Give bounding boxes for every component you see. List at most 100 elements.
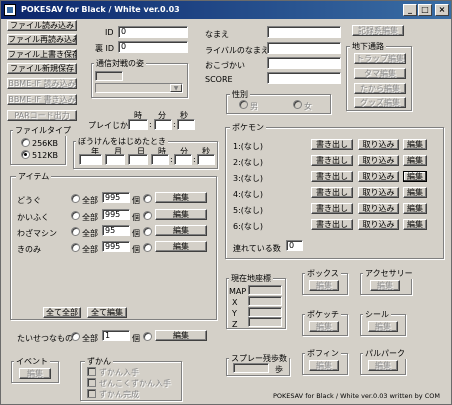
file-new-save-button[interactable]: ファイル新規保存 [7,63,77,74]
zukan-national-checkbox[interactable] [87,378,96,387]
ura-id-input[interactable]: 0 [118,41,188,53]
item-all-radio-kaifuku[interactable] [71,211,80,220]
pokemon-slot-1-edit-button[interactable]: 編集 [403,139,427,150]
item-name-wazamachine: わざマシン [17,229,57,238]
pokemon-slot-6-read-button[interactable]: 取り込み [358,219,399,230]
all-all-button[interactable]: 全て全部 [43,307,81,318]
location-x-input[interactable] [248,296,282,306]
minimize-button[interactable]: _ [403,4,417,16]
seal-edit-button[interactable]: 編集 [368,321,398,332]
event-edit-button[interactable]: 編集 [19,368,51,379]
playtime-hour-input[interactable] [128,119,148,130]
filetype-256-radio[interactable] [21,138,30,147]
score-input[interactable] [267,72,341,84]
location-z-input[interactable] [248,317,282,327]
playtime-sec-input[interactable] [177,119,195,130]
important-all-radio[interactable] [71,332,80,341]
location-y-input[interactable] [248,307,282,317]
pokemon-slot-5-write-button[interactable]: 書き出し [311,203,353,214]
pokemon-slot-2-edit-button[interactable]: 編集 [403,155,427,166]
gender-male-radio[interactable] [239,100,248,109]
pokemon-slot-3-edit-button[interactable]: 編集 [403,171,427,182]
palpark-edit-button[interactable]: 編集 [368,360,398,371]
file-reload-button[interactable]: ファイル再読み込み [7,34,77,45]
zukan-complete-checkbox[interactable] [87,389,96,398]
item-all-radio-dougu[interactable] [71,194,80,203]
goods-edit-button[interactable]: グッズ編集 [354,97,406,108]
pokemon-slot-5-read-button[interactable]: 取り込み [358,203,399,214]
gender-female-radio[interactable] [293,100,302,109]
start-day-input[interactable] [128,154,148,165]
title-bar[interactable]: POKESAV for Black / White ver.0.03 [1,1,451,19]
start-year-input[interactable] [79,154,102,165]
chevron-down-icon: ▼ [170,84,182,92]
item-edit-button-kinomi[interactable]: 編集 [155,241,207,252]
item-edit-button-dougu[interactable]: 編集 [155,192,207,203]
file-overwrite-button[interactable]: ファイル上書き保存 [7,49,77,60]
pokemon-slot-3-read-button[interactable]: 取り込み [358,171,399,182]
comm-dropdown[interactable]: ▼ [95,83,183,93]
money-input[interactable] [267,57,341,69]
important-count-input[interactable]: 1 [102,330,130,341]
file-load-button[interactable]: ファイル読み込み [7,20,77,31]
start-label: ぼうけんをはじめたとき [76,136,168,147]
location-map-input[interactable] [248,285,282,295]
accessory-edit-button[interactable]: 編集 [370,280,400,291]
pokemon-slot-1-read-button[interactable]: 取り込み [358,139,399,150]
item-count-dougu[interactable]: 995 [102,192,130,203]
item-edit-radio-dougu[interactable] [143,194,152,203]
trainer-name-input[interactable] [267,26,341,38]
important-edit-button[interactable]: 編集 [155,330,207,341]
pokemon-slot-4-edit-button[interactable]: 編集 [403,187,427,198]
poketch-edit-button[interactable]: 編集 [309,321,339,332]
party-count-input[interactable]: 0 [286,240,303,251]
spray-input[interactable] [233,363,269,373]
location-map-label: MAP [229,287,247,296]
trainer-name-label: なまえ [205,30,229,39]
filetype-512-radio[interactable] [21,150,30,159]
item-count-wazamachine[interactable]: 95 [102,225,130,236]
item-all-radio-kinomi[interactable] [71,243,80,252]
par-code-button[interactable]: PARコード出力 [7,110,77,121]
all-edit-button[interactable]: 全て編集 [87,307,127,318]
record-edit-button[interactable]: 記録系編集 [352,25,404,36]
box-edit-button[interactable]: 編集 [309,280,339,291]
pokemon-slot-2-read-button[interactable]: 取り込み [358,155,399,166]
pokemon-slot-3-write-button[interactable]: 書き出し [311,171,353,182]
pokemon-slot-5-label: 5:(なし) [233,206,264,215]
party-count-label: 連れている数 [233,244,281,253]
poffin-edit-button[interactable]: 編集 [309,360,339,371]
maximize-button[interactable]: □ [418,4,432,16]
bbme-read-button[interactable]: BBME-IF 読み込み [7,78,77,89]
item-count-kaifuku[interactable]: 995 [102,209,130,220]
start-hour-input[interactable] [151,154,169,165]
item-edit-radio-wazamachine[interactable] [143,227,152,236]
tama-edit-button[interactable]: タマ編集 [354,68,406,79]
trap-edit-button[interactable]: トラップ編集 [354,53,406,64]
bbme-write-button[interactable]: BBME-IF 書き込み [7,94,77,105]
start-min-input[interactable] [174,154,192,165]
pokemon-slot-4-read-button[interactable]: 取り込み [358,187,399,198]
start-sec-input[interactable] [197,154,215,165]
zukan-obtained-checkbox[interactable] [87,367,96,376]
pokemon-slot-4-write-button[interactable]: 書き出し [311,187,353,198]
item-edit-radio-kinomi[interactable] [143,243,152,252]
start-month-input[interactable] [105,154,125,165]
important-edit-radio[interactable] [143,332,152,341]
playtime-min-input[interactable] [154,119,172,130]
item-edit-button-kaifuku[interactable]: 編集 [155,209,207,220]
pokemon-slot-5-edit-button[interactable]: 編集 [403,203,427,214]
takara-edit-button[interactable]: たから編集 [354,83,406,94]
close-button[interactable]: × [435,4,449,16]
item-count-kinomi[interactable]: 995 [102,241,130,252]
pokemon-slot-2-write-button[interactable]: 書き出し [311,155,353,166]
pokemon-slot-1-write-button[interactable]: 書き出し [311,139,353,150]
pokemon-slot-6-edit-button[interactable]: 編集 [403,219,427,230]
item-all-radio-wazamachine[interactable] [71,227,80,236]
item-edit-button-wazamachine[interactable]: 編集 [155,225,207,236]
rival-name-input[interactable] [267,42,341,54]
id-input[interactable]: 0 [118,26,188,38]
pokemon-slot-6-write-button[interactable]: 書き出し [311,219,353,230]
item-edit-radio-kaifuku[interactable] [143,211,152,220]
zukan-label: ずかん [85,356,113,367]
